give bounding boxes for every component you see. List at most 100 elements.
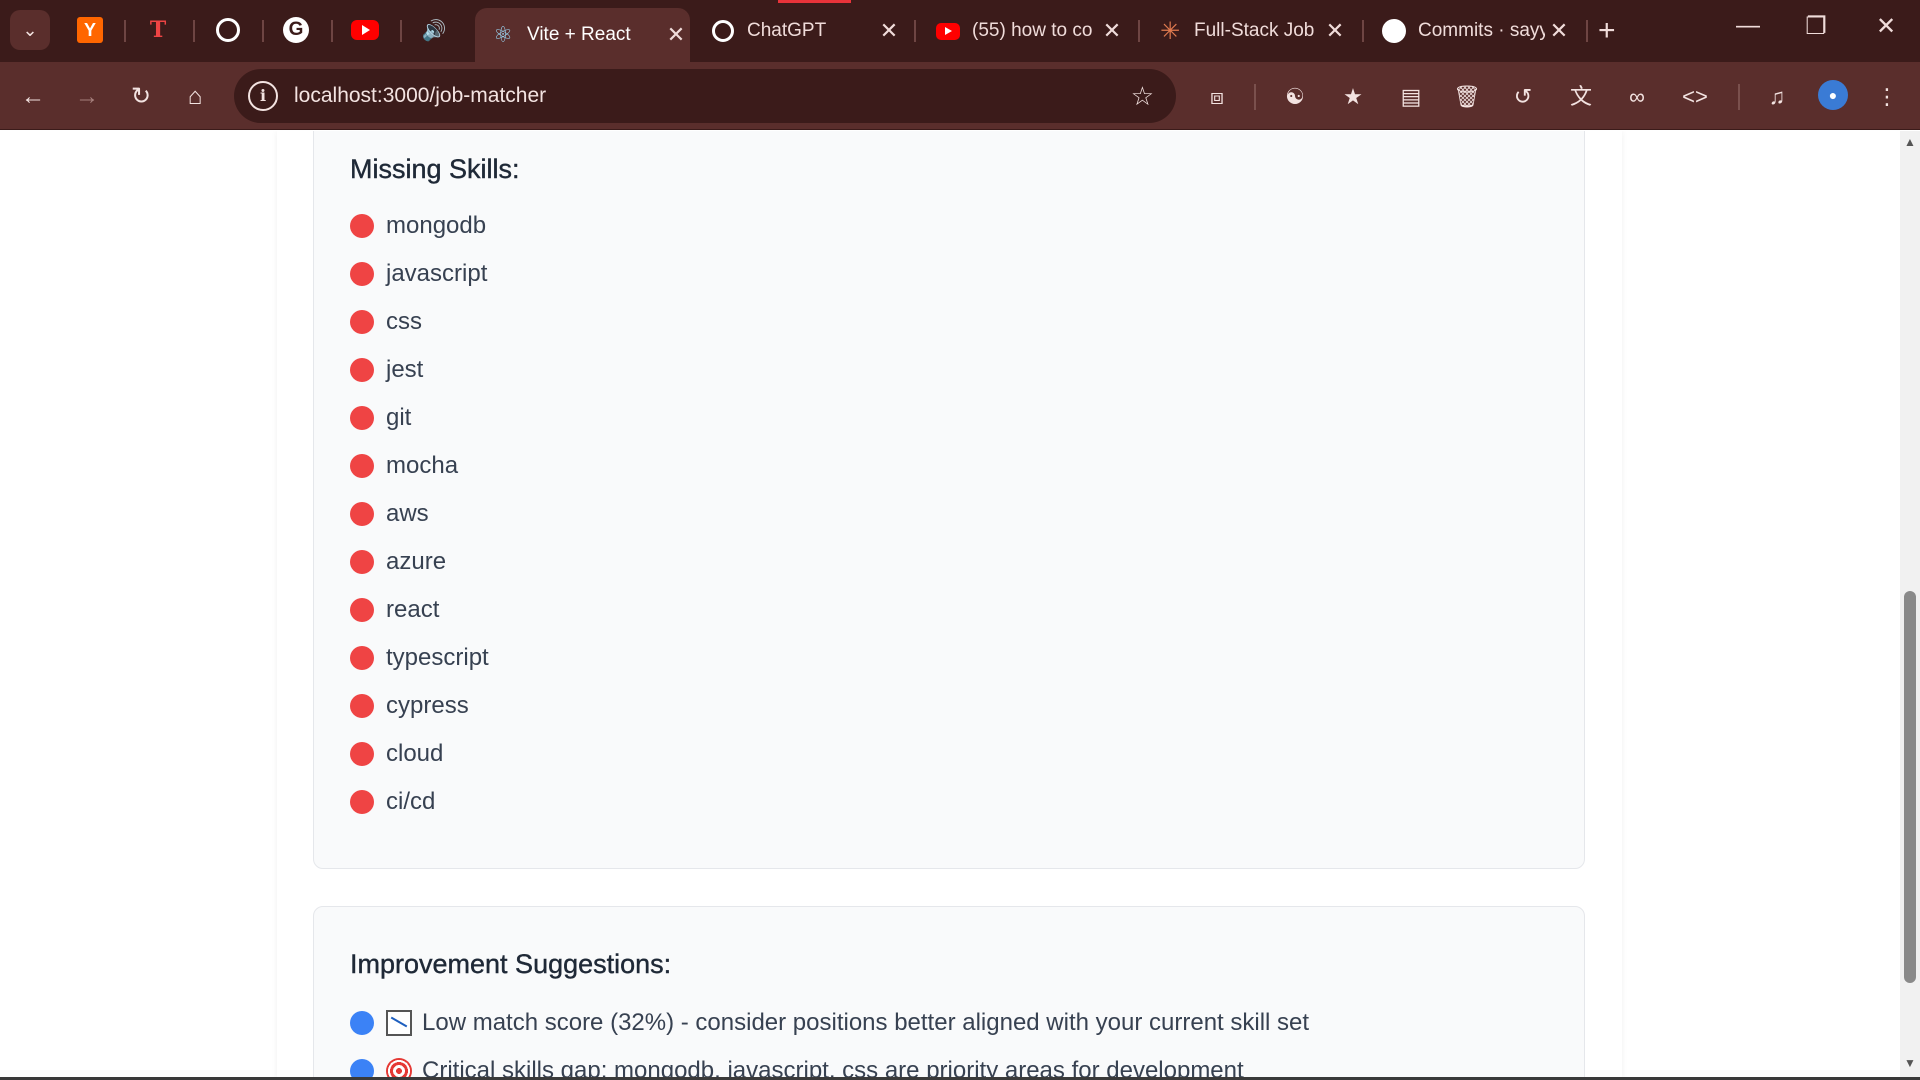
red-bullet-icon [350,646,374,670]
list-item: Critical skills gap: mongodb, javascript… [350,1047,1309,1080]
scrollbar-thumb[interactable] [1904,591,1916,983]
translate-icon[interactable]: 文 [1564,80,1598,114]
pinned-tab-youtube[interactable] [343,12,387,48]
tab-search-button[interactable]: ⌄ [10,10,50,50]
code-icon[interactable]: <> [1678,80,1712,114]
list-item: cypress [350,682,489,730]
history-icon[interactable]: ↺ [1506,80,1540,114]
list-item: ci/cd [350,778,489,826]
trash-icon[interactable]: 🗑 [1450,80,1484,114]
forward-button[interactable]: → [70,80,104,114]
pinned-tab-sound[interactable]: 🔊 [412,12,456,48]
list-item: aws [350,490,489,538]
pinned-tab-google[interactable]: G [274,12,318,48]
tab-strip: ⌄ Y T G 🔊 ⚛ Vite + React ✕ ChatGPT ✕ (55… [0,0,1920,62]
claude-icon: ✳ [1159,17,1181,45]
media-control-icon[interactable]: ♫ [1760,80,1794,114]
site-info-icon[interactable]: i [248,81,278,111]
missing-skills-list: mongodb javascript css jest git mocha aw… [350,202,489,826]
list-item: jest [350,346,489,394]
page-scrollbar[interactable]: ▲ ▼ [1900,131,1920,1080]
list-item: azure [350,538,489,586]
red-bullet-icon [350,358,374,382]
menu-icon[interactable]: ⋮ [1870,80,1904,114]
chart-decreasing-icon [386,1010,412,1036]
scroll-down-icon[interactable]: ▼ [1904,1056,1916,1070]
red-bullet-icon [350,742,374,766]
tab-title: (55) how to co [972,20,1093,41]
suggestions-list: Low match score (32%) - consider positio… [350,999,1309,1080]
home-button[interactable]: ⌂ [178,80,212,114]
list-item: mocha [350,442,489,490]
home-icon: ⌂ [187,83,203,110]
close-window-button[interactable]: ✕ [1866,12,1906,41]
pinned-tab-chatgpt[interactable] [206,12,250,48]
toolbar-divider [1738,84,1740,110]
toolbar-divider [1254,84,1256,110]
github-icon [1382,19,1406,43]
y-icon: Y [77,17,103,43]
close-icon[interactable]: ✕ [1545,18,1573,44]
tab-divider [914,20,916,42]
suggestion-text: Low match score (32%) - consider positio… [422,1009,1310,1036]
list-item: javascript [350,250,489,298]
skill-name: mocha [386,452,459,479]
skill-name: typescript [386,644,489,671]
missing-skills-card: Missing Skills: mongodb javascript css j… [313,131,1585,869]
incognito-icon[interactable]: ☯ [1278,80,1312,114]
tab-divider [1138,20,1140,42]
tab-chatgpt[interactable]: ChatGPT ✕ [695,8,903,54]
close-icon[interactable]: ✕ [1098,18,1126,44]
link-icon[interactable]: ∞ [1620,80,1654,114]
reading-list-icon[interactable]: ▤ [1394,80,1428,114]
reload-button[interactable]: ↻ [124,80,158,114]
new-tab-button[interactable]: + [1598,14,1616,48]
scroll-up-icon[interactable]: ▲ [1904,135,1916,149]
address-bar[interactable]: i localhost:3000/job-matcher ☆ [234,69,1176,123]
close-icon[interactable]: ✕ [1321,18,1349,44]
close-icon[interactable]: ✕ [875,18,903,44]
back-arrow-icon: ← [21,83,45,110]
tab-title: Full-Stack Job [1194,20,1315,41]
red-bullet-icon [350,406,374,430]
improvement-suggestions-card: Improvement Suggestions: Low match score… [313,906,1585,1080]
blue-bullet-icon [350,1011,374,1035]
skill-name: cloud [386,740,444,767]
bookmark-star-icon[interactable]: ☆ [1131,81,1154,112]
red-bullet-icon [350,310,374,334]
skill-name: jest [386,356,424,383]
chatgpt-icon [216,18,240,42]
red-bullet-icon [350,694,374,718]
tab-title: ChatGPT [747,20,827,41]
list-item: Low match score (32%) - consider positio… [350,999,1309,1047]
chatgpt-icon [711,19,735,43]
close-icon[interactable]: ✕ [662,22,690,48]
list-item: git [350,394,489,442]
favorites-icon[interactable]: ★ [1336,80,1370,114]
pinned-tab-t[interactable]: T [136,12,180,48]
tab-full-stack-job[interactable]: ✳ Full-Stack Job ✕ [1142,8,1349,54]
tab-audio-indicator [778,0,851,3]
url-text[interactable]: localhost:3000/job-matcher [294,84,1131,108]
skill-name: azure [386,548,447,575]
profile-avatar[interactable]: ● [1818,80,1848,110]
tab-github-commits[interactable]: Commits · sayy ✕ [1366,8,1573,54]
suggestions-heading: Improvement Suggestions: [350,949,672,979]
pinned-tab-y[interactable]: Y [68,12,112,48]
restore-button[interactable]: ❐ [1796,12,1836,41]
list-item: react [350,586,489,634]
tab-divider [124,20,126,42]
skill-name: aws [386,500,429,527]
minimize-button[interactable]: — [1728,12,1768,40]
list-item: css [350,298,489,346]
tab-vite-react[interactable]: ⚛ Vite + React ✕ [475,8,690,62]
extensions-icon[interactable]: ⧈ [1200,80,1234,114]
react-icon: ⚛ [493,22,513,47]
sound-icon: 🔊 [421,19,447,42]
tab-youtube[interactable]: (55) how to co ✕ [920,8,1126,54]
back-button[interactable]: ← [16,80,50,114]
browser-toolbar: ← → ↻ ⌂ i localhost:3000/job-matcher ☆ ⧈… [0,62,1920,130]
tab-divider [400,20,402,42]
tab-title: Vite + React [527,24,631,45]
red-bullet-icon [350,454,374,478]
